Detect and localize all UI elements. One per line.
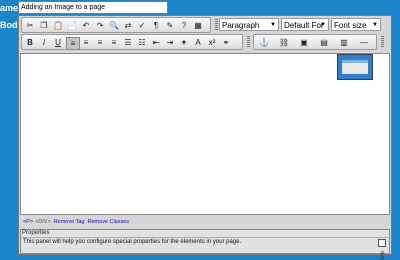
link-icon[interactable]: ⚭ (220, 37, 232, 48)
align-left-icon[interactable]: ≡ (66, 37, 80, 50)
properties-title: Properties (22, 230, 388, 238)
toolbar-grip[interactable] (247, 36, 250, 47)
toolbar-row-2: B I U ≡ ≡ ≡ ≡ ☰ ☷ ⇤ ⇥ ✦ Ax² ⚭ ⚓ ⛓ ▣ ▤ ▥ — (19, 34, 391, 51)
thumbnail-titlebar (342, 60, 368, 63)
font-size-label: Font size (334, 21, 367, 30)
outdent-icon[interactable]: ⇤ (150, 37, 162, 48)
chevron-down-icon: ▼ (372, 22, 378, 28)
properties-panel: Properties This panel will help you conf… (20, 229, 390, 260)
path-div-tag[interactable]: <DIV> (35, 219, 51, 225)
toolbar-grip[interactable] (215, 19, 218, 30)
paragraph-select-label: Paragraph (222, 21, 260, 30)
font-family-select[interactable]: Default For ▼ (281, 18, 329, 31)
toolbar-grip[interactable] (381, 36, 384, 47)
copy-icon[interactable]: ❐ (38, 20, 50, 31)
bullet-list-icon[interactable]: ☰ (122, 37, 134, 48)
media-icon[interactable]: ▤ (318, 37, 330, 48)
undo-icon[interactable]: ↶ (80, 20, 92, 31)
indent-icon[interactable]: ⇥ (164, 37, 176, 48)
table-icon[interactable]: ▥ (338, 37, 350, 48)
replace-icon[interactable]: ⇄ (122, 20, 134, 31)
rich-text-editor: ✂ ❐ 📋 📄 ↶ ↷ 🔍 ⇄ ✓ ¶ ✎? ▦ Paragraph ▼ Default For ▼ Fo… (18, 15, 392, 260)
font-family-label: Default For (284, 21, 324, 30)
unlink-icon[interactable]: ⛓ (278, 37, 290, 48)
image-icon[interactable]: ▣ (298, 37, 310, 48)
path-p-tag[interactable]: <P> (23, 219, 33, 225)
align-justify-icon[interactable]: ≡ (108, 37, 120, 48)
show-blocks-icon[interactable]: ¶ (150, 20, 162, 31)
editor-statusbar: <P> <DIV> Remove Tag Remove Classes (20, 218, 390, 227)
bold-icon[interactable]: B (24, 37, 36, 48)
name-input[interactable]: Adding an Image to a page (18, 1, 168, 14)
underline-icon[interactable]: U (52, 37, 64, 48)
thumbnail-window (342, 60, 368, 74)
properties-description: This panel will help you configure speci… (23, 239, 242, 245)
toolbar-row-1: ✂ ❐ 📋 📄 ↶ ↷ 🔍 ⇄ ✓ ¶ ✎? ▦ Paragraph ▼ Default For ▼ Fo… (19, 17, 391, 34)
chevron-down-icon: ▼ (270, 22, 276, 28)
name-label: ame (0, 3, 19, 13)
text-color-icon[interactable]: A (192, 37, 204, 48)
paragraph-select[interactable]: Paragraph ▼ (219, 18, 279, 31)
font-size-select[interactable]: Font size ▼ (331, 18, 381, 31)
align-center-icon[interactable]: ≡ (80, 37, 92, 48)
spellcheck-icon[interactable]: ✓ (136, 20, 148, 31)
inserted-image-thumbnail[interactable] (337, 54, 373, 80)
remove-tag-link[interactable]: Remove Tag (54, 219, 85, 225)
toolbar-group-format: B I U ≡ ≡ ≡ ≡ ☰ ☷ ⇤ ⇥ ✦ Ax² ⚭ (21, 34, 243, 50)
help-icon[interactable]: ? (178, 20, 190, 31)
align-right-icon[interactable]: ≡ (94, 37, 106, 48)
find-icon[interactable]: 🔍 (108, 20, 120, 31)
redo-icon[interactable]: ↷ (94, 20, 106, 31)
chevron-down-icon: ▼ (320, 22, 326, 28)
editor-content-area[interactable] (20, 53, 390, 215)
superscript-icon[interactable]: x² (206, 37, 218, 48)
cleanup-icon[interactable]: ✎ (164, 20, 176, 31)
numbered-list-icon[interactable]: ☷ (136, 37, 148, 48)
paste-text-icon[interactable]: 📄 (66, 20, 78, 31)
remove-classes-link[interactable]: Remove Classes (87, 219, 129, 225)
toolbar-group-insert: ⚓ ⛓ ▣ ▤ ▥ — (253, 34, 377, 50)
hr-icon[interactable]: — (358, 37, 370, 48)
anchor-icon[interactable]: ⚓ (258, 37, 270, 48)
source-icon[interactable]: ▦ (192, 20, 204, 31)
italic-icon[interactable]: I (38, 37, 50, 48)
toolbar-group-edit: ✂ ❐ 📋 📄 ↶ ↷ 🔍 ⇄ ✓ ¶ ✎? ▦ (21, 17, 211, 33)
highlight-color-icon[interactable]: ✦ (178, 37, 190, 48)
cut-icon[interactable]: ✂ (24, 20, 36, 31)
paste-icon[interactable]: 📋 (52, 20, 64, 31)
